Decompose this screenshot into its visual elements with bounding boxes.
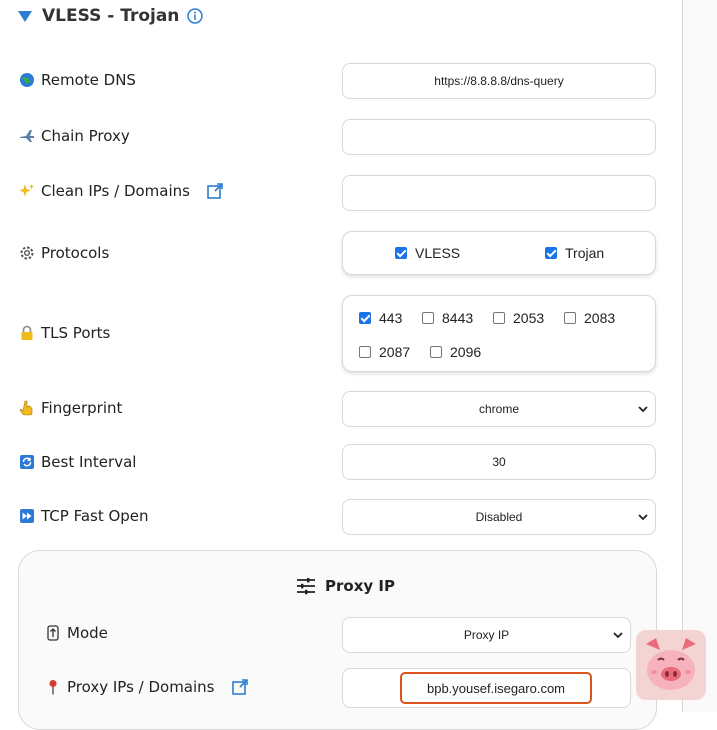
- chain-proxy-input[interactable]: [343, 119, 655, 155]
- fingerprint-value: chrome: [478, 402, 519, 416]
- proxy-ip-title-row: Proxy IP: [296, 577, 395, 595]
- mode-value: Proxy IP: [463, 628, 510, 642]
- port-2096-checkbox[interactable]: 2096: [430, 344, 481, 360]
- clean-ips-input[interactable]: [343, 175, 655, 211]
- settings-panel: VLESS - Trojan Remote DNS Chain Proxy Cl…: [0, 0, 683, 730]
- port-2083-label: 2083: [584, 310, 616, 326]
- port-2087-checkbox[interactable]: 2087: [359, 344, 410, 360]
- clean-ips-label: Clean IPs / Domains: [41, 182, 190, 200]
- remote-dns-label-row: Remote DNS: [18, 71, 136, 89]
- globe-icon: [18, 71, 36, 89]
- port-8443-checkbox[interactable]: 8443: [422, 310, 473, 326]
- protocols-box: VLESS Trojan: [342, 231, 656, 275]
- proxy-ips-label-row: Proxy IPs / Domains: [44, 678, 249, 696]
- info-icon[interactable]: [187, 8, 204, 24]
- proxy-ips-input[interactable]: bpb.yousef.isegaro.com: [400, 672, 592, 704]
- pig-face-icon: [646, 638, 696, 690]
- proxy-ip-title: Proxy IP: [325, 577, 395, 595]
- chevron-down-icon[interactable]: [637, 403, 649, 415]
- protocols-label: Protocols: [41, 244, 110, 262]
- pig-mascot-widget[interactable]: [636, 630, 706, 700]
- tls-ports-label-row: TLS Ports: [18, 324, 110, 342]
- port-443-checkbox[interactable]: 443: [359, 310, 402, 326]
- remote-dns-field[interactable]: [342, 63, 656, 99]
- port-2096-label: 2096: [450, 344, 482, 360]
- port-2083-checkbox[interactable]: 2083: [564, 310, 615, 326]
- checkbox-mark[interactable]: [564, 312, 576, 324]
- checkbox-mark[interactable]: [359, 346, 371, 358]
- section-title: VLESS - Trojan: [42, 6, 180, 26]
- airplane-icon: [18, 127, 36, 145]
- protocols-label-row: Protocols: [18, 244, 109, 262]
- external-link-icon[interactable]: [231, 678, 249, 696]
- tcp-fast-open-select[interactable]: Disabled: [342, 499, 656, 535]
- proxy-ips-value: bpb.yousef.isegaro.com: [426, 680, 566, 696]
- pointing-hand-icon: [18, 399, 36, 417]
- collapse-triangle-icon[interactable]: [18, 10, 32, 22]
- sparkles-icon: [18, 182, 36, 200]
- section-header[interactable]: VLESS - Trojan: [18, 4, 204, 28]
- mode-label: Mode: [67, 624, 108, 642]
- chain-proxy-label: Chain Proxy: [41, 127, 130, 145]
- best-interval-label-row: Best Interval: [18, 453, 136, 471]
- port-443-label: 443: [379, 310, 403, 326]
- best-interval-input[interactable]: [343, 444, 655, 480]
- clean-ips-label-row: Clean IPs / Domains: [18, 182, 224, 200]
- checkbox-mark[interactable]: [395, 247, 407, 259]
- lock-icon: [18, 324, 36, 342]
- protocol-trojan-label: Trojan: [565, 245, 605, 261]
- fingerprint-select[interactable]: chrome: [342, 391, 656, 427]
- remote-dns-label: Remote DNS: [41, 71, 136, 89]
- refresh-icon: [18, 453, 36, 471]
- remote-dns-input[interactable]: [343, 63, 655, 99]
- chevron-down-icon[interactable]: [637, 511, 649, 523]
- chain-proxy-label-row: Chain Proxy: [18, 127, 130, 145]
- pushpin-icon: [44, 678, 62, 696]
- fast-forward-icon: [18, 507, 36, 525]
- tls-ports-box: 443 8443 2053 2083 2087 2096: [342, 295, 656, 372]
- mode-select[interactable]: Proxy IP: [342, 617, 631, 653]
- scroll-gutter: [683, 0, 717, 712]
- checkbox-mark[interactable]: [359, 312, 371, 324]
- fingerprint-label-row: Fingerprint: [18, 399, 122, 417]
- checkbox-mark[interactable]: [545, 247, 557, 259]
- protocol-vless-checkbox[interactable]: VLESS: [395, 245, 460, 261]
- best-interval-field[interactable]: [342, 444, 656, 480]
- sliders-icon: [297, 578, 315, 595]
- port-2053-label: 2053: [513, 310, 545, 326]
- gear-icon: [18, 244, 36, 262]
- protocol-trojan-checkbox[interactable]: Trojan: [545, 245, 604, 261]
- proxy-ips-label: Proxy IPs / Domains: [67, 678, 215, 696]
- checkbox-mark[interactable]: [430, 346, 442, 358]
- external-link-icon[interactable]: [206, 182, 224, 200]
- tcp-fast-open-label: TCP Fast Open: [41, 507, 149, 525]
- tcp-fast-open-label-row: TCP Fast Open: [18, 507, 149, 525]
- protocol-vless-label: VLESS: [415, 245, 461, 261]
- tls-ports-label: TLS Ports: [41, 324, 111, 342]
- port-2053-checkbox[interactable]: 2053: [493, 310, 544, 326]
- tcp-fast-open-value: Disabled: [475, 510, 523, 524]
- checkbox-mark[interactable]: [422, 312, 434, 324]
- port-2087-label: 2087: [379, 344, 411, 360]
- mode-icon: [44, 624, 62, 642]
- checkbox-mark[interactable]: [493, 312, 505, 324]
- clean-ips-field[interactable]: [342, 175, 656, 211]
- best-interval-label: Best Interval: [41, 453, 137, 471]
- port-8443-label: 8443: [442, 310, 474, 326]
- fingerprint-label: Fingerprint: [41, 399, 123, 417]
- chevron-down-icon[interactable]: [612, 629, 624, 641]
- chain-proxy-field[interactable]: [342, 119, 656, 155]
- mode-label-row: Mode: [44, 624, 108, 642]
